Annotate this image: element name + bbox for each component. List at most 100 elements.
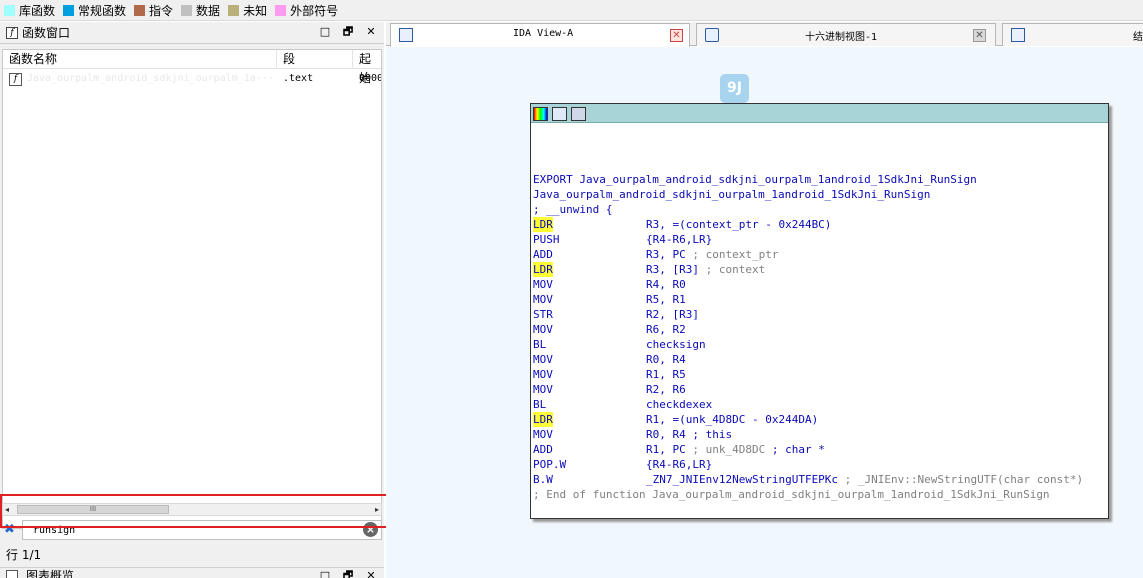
code-line[interactable]: BL checkdexex [533,397,1108,412]
code-line[interactable]: PUSH {R4-R6,LR} [533,232,1108,247]
group-nodes-icon[interactable] [571,107,586,121]
code-line[interactable]: MOV R0, R4 ; this [533,427,1108,442]
instruction-operands: {R4-R6,LR} [646,233,713,246]
instruction-mnemonic: BL [533,338,547,351]
search-input[interactable] [22,520,382,540]
rename-node-icon[interactable] [552,107,567,121]
code-line[interactable]: LDR R3, [R3] ; context [533,262,1108,277]
horizontal-scrollbar[interactable]: ◂ III ▸ [2,503,382,516]
restore-button[interactable]: 🗗 [341,25,355,39]
legend-label: 库函数 [19,3,56,18]
tab-hex-view-1[interactable]: 十六进制视图-1 ✕ [696,23,996,46]
minimize-button[interactable]: □ [318,569,332,578]
instruction-mnemonic: POP.W [533,458,567,471]
code-line[interactable]: MOV R5, R1 [533,292,1108,307]
code-line[interactable]: ; __unwind { [533,202,1108,217]
instruction-operands: R1, PC ; unk_4D8DC ; char * [646,443,825,456]
function-start: 0000 [359,73,381,84]
code-line[interactable]: ; End of function Java_ourpalm_android_s… [533,487,1108,502]
code-line[interactable]: MOV R0, R4 [533,352,1108,367]
legend-unexplored: 未知 [228,0,267,21]
instruction-operands: R3, PC ; context_ptr [646,248,779,261]
function-graph-node[interactable]: EXPORT Java_ourpalm_android_sdkjni_ourpa… [530,103,1109,519]
close-button[interactable]: ✕ [364,569,378,578]
instruction-mnemonic: ADD [533,248,553,261]
legend-label: 指令 [149,3,174,18]
instruction-operands: R2, [R3] [646,308,699,321]
instruction-operands: R4, R0 [646,278,686,291]
legend-regular-function: 常规函数 [63,0,126,21]
instruction-operands: R2, R6 [646,383,686,396]
column-start[interactable]: 起始 [353,50,381,85]
color-palette-icon[interactable] [533,107,548,121]
instruction-operands: R1, R5 [646,368,686,381]
tab-ida-view-a[interactable]: IDA View-A ✕ [390,23,690,47]
instruction-mnemonic: STR [533,308,553,321]
column-function-name[interactable]: 函数名称 [3,50,277,69]
instruction-operands: R6, R2 [646,323,686,336]
instruction-mnemonic: MOV [533,278,553,291]
code-line[interactable]: BL checksign [533,337,1108,352]
instruction-mnemonic: MOV [533,323,553,336]
instruction-operands: R0, R4 ; this [646,428,733,441]
close-search-icon[interactable]: ✖ [4,523,15,536]
legend-swatch [134,4,146,16]
panel-controls: □ 🗗 ✕ [318,569,378,578]
code-line[interactable]: MOV R6, R2 [533,322,1108,337]
graph-overview-title: 图表概览 [26,569,75,578]
disassembly-listing[interactable]: EXPORT Java_ourpalm_android_sdkjni_ourpa… [533,172,1108,502]
code-comment: ; End of function Java_ourpalm_android_s… [533,488,1050,501]
legend-label: 数据 [196,3,221,18]
graph-overview-icon [6,570,18,578]
instruction-operands: {R4-R6,LR} [646,458,713,471]
close-button[interactable]: ✕ [364,25,378,39]
close-tab-button[interactable]: ✕ [670,29,683,42]
instruction-operands: R5, R1 [646,293,686,306]
code-line[interactable]: POP.W {R4-R6,LR} [533,457,1108,472]
code-line[interactable]: MOV R4, R0 [533,277,1108,292]
code-line[interactable]: EXPORT Java_ourpalm_android_sdkjni_ourpa… [533,172,1108,187]
instruction-mnemonic: MOV [533,293,553,306]
scroll-left-icon[interactable]: ◂ [5,505,9,514]
code-label: ; __unwind { [533,203,613,216]
instruction-operands: _ZN7_JNIEnv12NewStringUTFEPKc ; _JNIEnv:… [646,473,1084,486]
legend-swatch [4,4,15,16]
column-segment[interactable]: 段 [277,50,353,69]
instruction-mnemonic: BL [533,398,547,411]
legend-label: 常规函数 [78,3,127,18]
scroll-thumb[interactable]: III [17,505,169,514]
legend-label: 外部符号 [290,3,339,18]
structures-icon [1011,28,1025,42]
instruction-operands: checkdexex [646,398,713,411]
instruction-mnemonic: LDR [533,217,553,232]
legend-instruction: 指令 [134,0,173,21]
function-row[interactable]: f Java_ourpalm_android_sdkjni_ourpalm_1a… [3,70,381,88]
code-label: EXPORT Java_ourpalm_android_sdkjni_ourpa… [533,173,977,186]
tab-structures[interactable]: 结 [1002,23,1143,46]
instruction-operands: R3, [R3] ; context [646,263,766,276]
code-line[interactable]: ADD R3, PC ; context_ptr [533,247,1108,262]
minimize-button[interactable]: □ [318,25,332,39]
code-line[interactable]: Java_ourpalm_android_sdkjni_ourpalm_1and… [533,187,1108,202]
instruction-mnemonic: MOV [533,428,553,441]
disassembly-icon [399,28,413,42]
clear-search-icon[interactable]: × [363,522,378,537]
close-tab-button[interactable]: ✕ [973,29,986,42]
code-line[interactable]: B.W _ZN7_JNIEnv12NewStringUTFEPKc ; _JNIE… [533,472,1108,487]
code-line[interactable]: STR R2, [R3] [533,307,1108,322]
legend-swatch [228,4,240,16]
hex-view-icon [705,28,719,42]
instruction-mnemonic: LDR [533,262,553,277]
graph-node-marker: 9J [720,74,749,103]
code-line[interactable]: MOV R2, R6 [533,382,1108,397]
scroll-right-icon[interactable]: ▸ [375,505,379,514]
code-line[interactable]: LDR R3, =(context_ptr - 0x244BC) [533,217,1108,232]
tab-label: IDA View-A [513,28,574,39]
restore-button[interactable]: 🗗 [341,569,355,578]
function-segment: .text [283,73,314,84]
code-line[interactable]: LDR R1, =(unk_4D8DC - 0x244DA) [533,412,1108,427]
instruction-mnemonic: MOV [533,353,553,366]
code-line[interactable]: MOV R1, R5 [533,367,1108,382]
ida-graph-view[interactable]: 9J EXPORT Java_ourpalm_android_sdkjni_ou… [386,47,1143,578]
code-line[interactable]: ADD R1, PC ; unk_4D8DC ; char * [533,442,1108,457]
